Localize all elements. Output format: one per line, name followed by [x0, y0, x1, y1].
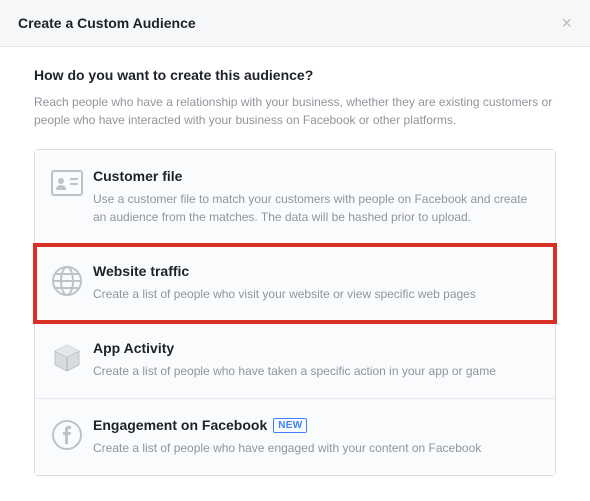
option-title: Engagement on Facebook NEW [93, 417, 539, 433]
box-icon [51, 340, 93, 380]
option-website-traffic[interactable]: Website traffic Create a list of people … [35, 245, 555, 322]
option-app-activity[interactable]: App Activity Create a list of people who… [35, 322, 555, 399]
option-desc: Create a list of people who have engaged… [93, 439, 539, 457]
option-desc: Create a list of people who visit your w… [93, 285, 539, 303]
facebook-circle-icon [51, 417, 93, 457]
globe-icon [51, 263, 93, 303]
option-engagement-facebook[interactable]: Engagement on Facebook NEW Create a list… [35, 399, 555, 475]
new-badge: NEW [273, 418, 307, 433]
option-title: Customer file [93, 168, 539, 184]
id-card-icon [51, 168, 93, 226]
dialog-content: How do you want to create this audience?… [0, 47, 590, 476]
option-desc: Use a customer file to match your custom… [93, 190, 539, 226]
option-title: Website traffic [93, 263, 539, 279]
dialog-title: Create a Custom Audience [18, 15, 196, 31]
close-icon[interactable]: × [561, 14, 572, 32]
question-heading: How do you want to create this audience? [34, 67, 556, 83]
question-subtext: Reach people who have a relationship wit… [34, 93, 556, 129]
option-title: App Activity [93, 340, 539, 356]
dialog-header: Create a Custom Audience × [0, 0, 590, 47]
option-desc: Create a list of people who have taken a… [93, 362, 539, 380]
options-list: Customer file Use a customer file to mat… [34, 149, 556, 476]
option-customer-file[interactable]: Customer file Use a customer file to mat… [35, 150, 555, 245]
